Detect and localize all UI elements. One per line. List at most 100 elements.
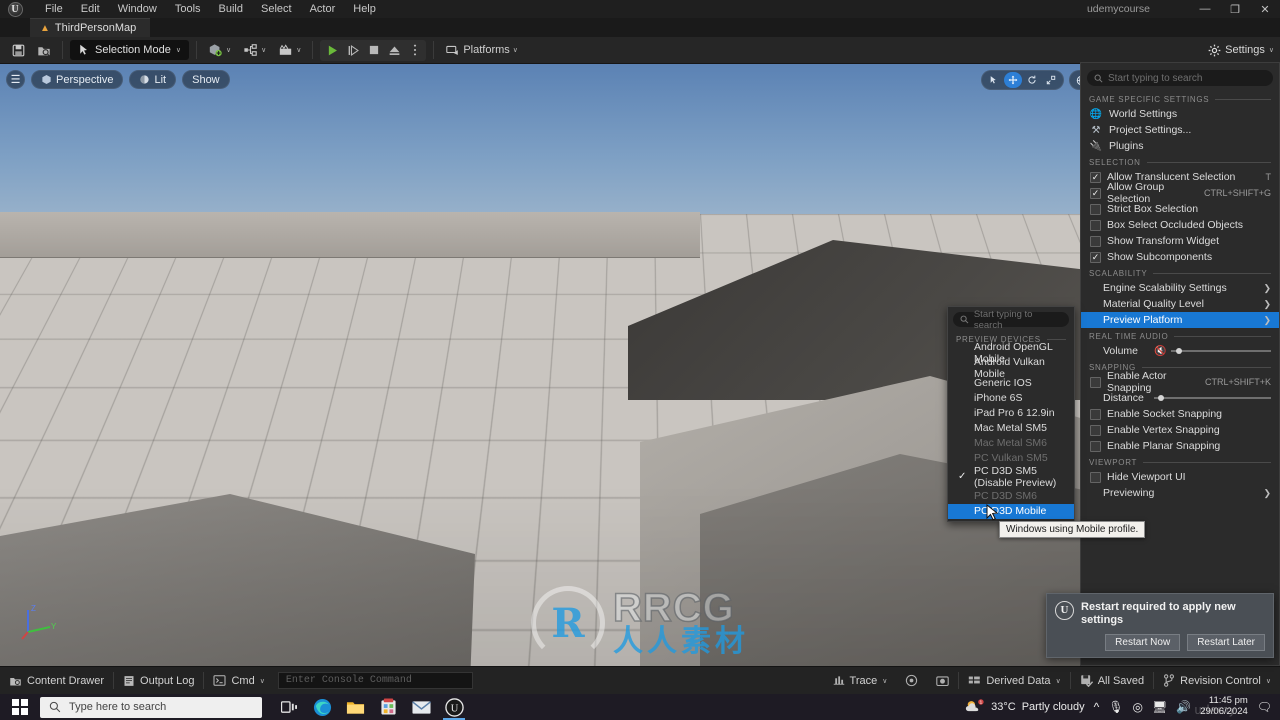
selection-mode-dropdown[interactable]: Selection Mode ∨ — [70, 40, 189, 60]
checkbox-icon[interactable] — [1090, 408, 1101, 420]
start-button[interactable] — [0, 694, 40, 720]
move-tool-icon[interactable] — [1003, 72, 1022, 88]
viewport-menu-icon[interactable]: ☰ — [6, 70, 25, 89]
scale-tool-icon[interactable] — [1042, 72, 1060, 88]
menu-item-enable-socket-snapping[interactable]: Enable Socket Snapping — [1081, 406, 1279, 422]
derived-data-dropdown[interactable]: Derived Data ∨ — [959, 671, 1069, 690]
checkbox-checked-icon[interactable]: ✓ — [1090, 171, 1101, 183]
menu-item-material-quality-level[interactable]: Material Quality Level ❯ — [1081, 296, 1279, 312]
revision-control-dropdown[interactable]: Revision Control ∨ — [1154, 671, 1280, 690]
menu-item-world-settings[interactable]: 🌐 World Settings — [1081, 106, 1279, 122]
checkbox-checked-icon[interactable]: ✓ — [1090, 187, 1101, 199]
menu-item-enable-vertex-snapping[interactable]: Enable Vertex Snapping — [1081, 422, 1279, 438]
preview-device-pc-d3d-sm5[interactable]: ✓ PC D3D SM5 (Disable Preview) — [948, 466, 1074, 489]
menu-edit[interactable]: Edit — [72, 1, 109, 17]
output-log-button[interactable]: Output Log — [114, 671, 203, 690]
preview-device-iphone-6s[interactable]: iPhone 6S — [948, 391, 1074, 406]
show-hidden-icons-icon[interactable]: ^ — [1094, 700, 1100, 714]
restart-later-button[interactable]: Restart Later — [1187, 634, 1265, 651]
all-saved-button[interactable]: All Saved — [1071, 671, 1153, 690]
file-explorer-icon[interactable] — [340, 694, 370, 720]
cinematics-button[interactable]: ∨ — [274, 40, 305, 60]
menu-select[interactable]: Select — [252, 1, 301, 17]
tab-third-person-map[interactable]: ▲ ThirdPersonMap — [30, 18, 151, 37]
menu-item-show-subcomponents[interactable]: ✓ Show Subcomponents — [1081, 249, 1279, 265]
microphone-icon[interactable]: 🎙 — [1108, 700, 1123, 714]
menu-item-box-select-occluded-objects[interactable]: Box Select Occluded Objects — [1081, 217, 1279, 233]
viewport-show-dropdown[interactable]: Show — [182, 70, 230, 89]
store-icon[interactable] — [373, 694, 403, 720]
preview-device-android-vulkan-mobile[interactable]: Android Vulkan Mobile — [948, 357, 1074, 379]
preview-device-ipad-pro-6[interactable]: iPad Pro 6 12.9in — [948, 406, 1074, 421]
menu-item-project-settings[interactable]: ⚒ Project Settings... — [1081, 122, 1279, 138]
play-options-button[interactable] — [405, 40, 424, 60]
stop-button[interactable] — [364, 40, 384, 60]
taskbar-search-input[interactable]: Type here to search — [40, 696, 262, 718]
close-button[interactable]: ✕ — [1250, 0, 1280, 18]
checkbox-icon[interactable] — [1090, 203, 1101, 215]
checkbox-icon[interactable] — [1090, 424, 1101, 436]
settings-search-input[interactable]: Start typing to search — [1087, 70, 1273, 86]
preview-device-pc-d3d-mobile[interactable]: PC D3D Mobile — [948, 504, 1074, 519]
clock[interactable]: 11:45 pm 29/06/2024 — [1200, 695, 1248, 718]
menu-actor[interactable]: Actor — [301, 1, 345, 17]
menu-item-previewing[interactable]: Previewing ❯ — [1081, 485, 1279, 501]
rotate-tool-icon[interactable] — [1023, 72, 1041, 88]
play-button[interactable] — [322, 40, 343, 60]
checkbox-icon[interactable] — [1090, 440, 1101, 452]
maximize-button[interactable]: ❐ — [1220, 0, 1250, 18]
menu-build[interactable]: Build — [210, 1, 252, 17]
blueprints-button[interactable]: ∨ — [239, 40, 270, 60]
menu-window[interactable]: Window — [109, 1, 166, 17]
viewport-perspective-dropdown[interactable]: Perspective — [31, 70, 124, 89]
weather-widget[interactable]: 1 33°C Partly cloudy — [965, 699, 1085, 715]
restart-now-button[interactable]: Restart Now — [1105, 634, 1181, 651]
menu-item-engine-scalability-settings[interactable]: Engine Scalability Settings ❯ — [1081, 280, 1279, 296]
menu-item-preview-platform[interactable]: Preview Platform ❯ — [1081, 312, 1279, 328]
task-view-icon[interactable] — [274, 694, 304, 720]
settings-dropdown-button[interactable]: Settings ∨ — [1208, 44, 1274, 57]
skip-button[interactable] — [343, 40, 364, 60]
add-actor-button[interactable]: ∨ — [204, 40, 235, 60]
cmd-dropdown[interactable]: Cmd ∨ — [204, 671, 273, 690]
checkbox-icon[interactable] — [1090, 471, 1101, 483]
checkbox-icon[interactable] — [1090, 219, 1101, 231]
menu-item-strict-box-selection[interactable]: Strict Box Selection — [1081, 201, 1279, 217]
menu-item-show-transform-widget[interactable]: Show Transform Widget — [1081, 233, 1279, 249]
checkbox-icon[interactable] — [1090, 235, 1101, 247]
menu-help[interactable]: Help — [344, 1, 385, 17]
menu-item-plugins[interactable]: 🔌 Plugins — [1081, 138, 1279, 154]
performance-icon-button[interactable] — [896, 671, 927, 690]
volume-icon[interactable]: 🔊 — [1176, 700, 1191, 714]
menu-item-enable-planar-snapping[interactable]: Enable Planar Snapping — [1081, 438, 1279, 454]
volume-slider[interactable] — [1171, 348, 1271, 354]
save-button[interactable] — [7, 40, 29, 60]
minimize-button[interactable]: — — [1190, 0, 1220, 18]
menu-item-hide-viewport-ui[interactable]: Hide Viewport UI — [1081, 469, 1279, 485]
screenshot-icon-button[interactable] — [927, 671, 958, 690]
eject-button[interactable] — [384, 40, 405, 60]
menu-file[interactable]: File — [36, 1, 72, 17]
content-drawer-button[interactable]: Content Drawer — [0, 671, 113, 690]
viewport-lighting-dropdown[interactable]: Lit — [129, 70, 177, 89]
menu-item-enable-actor-snapping[interactable]: Enable Actor Snapping CTRL+SHIFT+K — [1081, 370, 1279, 394]
unreal-icon[interactable]: U — [439, 694, 469, 720]
preview-device-generic-ios[interactable]: Generic IOS — [948, 376, 1074, 391]
distance-slider[interactable] — [1154, 395, 1271, 401]
preview-device-mac-metal-sm5[interactable]: Mac Metal SM5 — [948, 421, 1074, 436]
camera-icon[interactable]: ◎ — [1133, 700, 1143, 714]
platforms-button[interactable]: Platforms ∨ — [441, 40, 522, 60]
edge-icon[interactable] — [307, 694, 337, 720]
menu-tools[interactable]: Tools — [166, 1, 210, 17]
checkbox-icon[interactable] — [1090, 376, 1101, 388]
console-command-input[interactable]: Enter Console Command — [277, 672, 473, 689]
notifications-icon[interactable]: 🗨 — [1257, 700, 1272, 714]
preview-search-input[interactable]: Start typing to search — [953, 309, 1069, 331]
mute-icon[interactable]: 🔇 — [1154, 346, 1166, 357]
menu-item-allow-group-selection[interactable]: ✓ Allow Group Selection CTRL+SHIFT+G — [1081, 181, 1279, 205]
checkbox-checked-icon[interactable]: ✓ — [1090, 251, 1101, 263]
trace-dropdown[interactable]: Trace ∨ — [824, 671, 897, 690]
mail-icon[interactable] — [406, 694, 436, 720]
browse-content-button[interactable] — [33, 40, 55, 60]
select-tool-icon[interactable] — [985, 72, 1003, 88]
